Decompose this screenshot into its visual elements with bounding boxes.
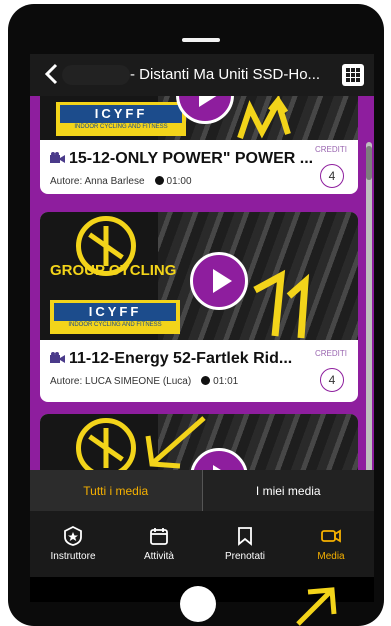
video-duration: 01:00 (166, 176, 192, 187)
grid-icon[interactable] (342, 64, 364, 86)
annotation-arrow-icon (237, 96, 291, 139)
nav-label: Attività (143, 551, 174, 562)
credits-badge: 4 (320, 368, 344, 392)
top-bar: - Distanti Ma Uniti SSD-Ho... (30, 54, 374, 96)
media-feed[interactable]: ICYFF INDOOR CYCLING AND FITNESS 15-12-O… (30, 96, 374, 470)
video-title[interactable]: 11-12-Energy 52-Fartlek Rid... (50, 350, 292, 368)
nav-label: Instruttore (50, 551, 96, 562)
home-button[interactable] (180, 586, 216, 622)
video-author: Autore: Anna Barlese (50, 176, 145, 187)
video-camera-icon (50, 152, 65, 163)
play-button[interactable] (190, 252, 248, 310)
annotation-arrow-icon (296, 587, 337, 626)
tab-all-media[interactable]: Tutti i media (30, 470, 202, 511)
annotation-arrow-icon (145, 416, 206, 469)
credits-badge: 4 (320, 164, 344, 188)
group-cycling-star-icon (76, 418, 136, 470)
nav-item-attivita[interactable]: Attività (116, 511, 202, 577)
video-meta: Autore: LUCA SIMEONE (Luca) 01:01 (50, 376, 238, 387)
video-duration: 01:01 (213, 376, 239, 387)
credits-label: CREDITI (315, 349, 347, 358)
phone-speaker (182, 38, 220, 42)
video-icon (321, 529, 341, 543)
clock-icon (201, 376, 211, 385)
clock-icon (154, 176, 164, 185)
bookmark-icon (238, 527, 252, 546)
redacted-name (62, 65, 130, 85)
app-screen: - Distanti Ma Uniti SSD-Ho... ICYFF INDO… (30, 54, 374, 602)
phone-frame: - Distanti Ma Uniti SSD-Ho... ICYFF INDO… (8, 4, 384, 626)
icyff-logo: ICYFF INDOOR CYCLING AND FITNESS (56, 102, 186, 136)
icyff-logo: ICYFF INDOOR CYCLING AND FITNESS (50, 300, 180, 334)
page-title: - Distanti Ma Uniti SSD-Ho... (130, 66, 321, 83)
group-cycling-label: GROUP CYCLING (50, 262, 177, 279)
tab-my-media[interactable]: I miei media (203, 470, 375, 511)
credits-label: CREDITI (315, 145, 347, 154)
bottom-nav: Instruttore Attività Prenotati Media (30, 511, 374, 577)
badge-icon (64, 526, 82, 546)
scrollbar-track[interactable] (366, 142, 372, 470)
nav-item-instruttore[interactable]: Instruttore (30, 511, 116, 577)
video-meta: Autore: Anna Barlese 01:00 (50, 176, 192, 187)
video-card[interactable]: GROUP CYCLING ICYFF INDOOR CYCLING AND F… (40, 212, 358, 402)
annotation-arrow-icon (253, 269, 310, 339)
video-author: Autore: LUCA SIMEONE (Luca) (50, 376, 192, 387)
nav-item-media[interactable]: Media (288, 511, 374, 577)
video-card[interactable]: ICYFF INDOOR CYCLING AND FITNESS 15-12-O… (40, 96, 358, 194)
video-thumbnail[interactable]: ICYFF INDOOR CYCLING AND FITNESS (40, 96, 358, 140)
scrollbar-thumb[interactable] (366, 146, 372, 180)
nav-item-prenotati[interactable]: Prenotati (202, 511, 288, 577)
media-tabs: Tutti i media I miei media (30, 470, 374, 511)
nav-label: Prenotati (224, 551, 266, 562)
video-title[interactable]: 15-12-ONLY POWER" POWER ... (50, 150, 313, 168)
calendar-icon (150, 528, 168, 545)
video-thumbnail[interactable]: GROUP CYCLING ICYFF INDOOR CYCLING AND F… (40, 212, 358, 340)
chevron-left-icon[interactable] (42, 62, 62, 86)
nav-label: Media (317, 551, 345, 562)
video-camera-icon (50, 352, 65, 363)
